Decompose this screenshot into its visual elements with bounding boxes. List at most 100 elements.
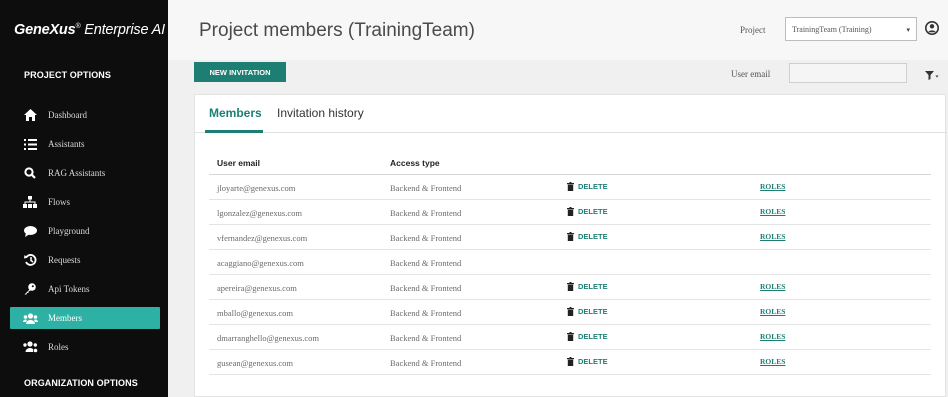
delete-label: DELETE bbox=[578, 232, 608, 241]
sidebar-item-label: Assistants bbox=[48, 139, 85, 149]
delete-button[interactable]: DELETE bbox=[567, 207, 608, 216]
sidebar-item-requests[interactable]: Requests bbox=[10, 249, 160, 271]
delete-button[interactable]: DELETE bbox=[567, 182, 608, 191]
caret-down-icon: ▾ bbox=[906, 26, 910, 34]
sidebar-item-rag-assistants[interactable]: RAG Assistants bbox=[10, 162, 160, 184]
brand-logo: GeneXus® Enterprise AI bbox=[14, 22, 165, 38]
organization-options-title: ORGANIZATION OPTIONS bbox=[24, 378, 138, 388]
access-type-cell: Backend & Frontend bbox=[390, 258, 462, 268]
sidebar: GeneXus® Enterprise AI PROJECT OPTIONS D… bbox=[0, 0, 168, 397]
user-email-cell: lgonzalez@genexus.com bbox=[217, 208, 303, 218]
user-email-cell: jloyarte@genexus.com bbox=[217, 183, 296, 193]
sidebar-item-members[interactable]: Members bbox=[10, 307, 160, 329]
top-header: Project members (TrainingTeam) Project T… bbox=[168, 0, 948, 60]
roles-link[interactable]: ROLES bbox=[760, 332, 785, 341]
trash-icon bbox=[567, 332, 574, 341]
roles-link[interactable]: ROLES bbox=[760, 282, 785, 291]
sidebar-item-api-tokens[interactable]: Api Tokens bbox=[10, 278, 160, 300]
delete-button[interactable]: DELETE bbox=[567, 282, 608, 291]
new-invitation-button[interactable]: NEW INVITATION bbox=[194, 62, 286, 82]
roles-link[interactable]: ROLES bbox=[760, 307, 785, 316]
sidebar-item-label: Roles bbox=[48, 342, 69, 352]
table-row: vfernandez@genexus.com Backend & Frontend… bbox=[209, 225, 931, 250]
table-row: jloyarte@genexus.com Backend & Frontend DE… bbox=[209, 175, 931, 200]
chat-icon bbox=[20, 225, 40, 237]
sidebar-item-dashboard[interactable]: Dashboard bbox=[10, 104, 160, 126]
column-header-access-type: Access type bbox=[390, 158, 440, 168]
user-account-icon[interactable] bbox=[925, 21, 939, 40]
table-row: lgonzalez@genexus.com Backend & Frontend D… bbox=[209, 200, 931, 225]
delete-label: DELETE bbox=[578, 332, 608, 341]
trash-icon bbox=[567, 207, 574, 216]
user-email-label: User email bbox=[731, 69, 771, 79]
filter-icon[interactable] bbox=[925, 67, 939, 85]
project-options-title: PROJECT OPTIONS bbox=[24, 70, 112, 80]
users-cog-icon bbox=[20, 341, 40, 353]
sidebar-item-assistants[interactable]: Assistants bbox=[10, 133, 160, 155]
trash-icon bbox=[567, 357, 574, 366]
access-type-cell: Backend & Frontend bbox=[390, 233, 462, 243]
user-email-cell: gusean@genexus.com bbox=[217, 358, 294, 368]
trash-icon bbox=[567, 307, 574, 316]
members-panel: Members Invitation history User email Ac… bbox=[194, 94, 947, 397]
sidebar-item-label: Members bbox=[48, 313, 82, 323]
users-icon bbox=[20, 312, 40, 324]
trash-icon bbox=[567, 232, 574, 241]
table-row: gusean@genexus.com Backend & Frontend DELE… bbox=[209, 350, 931, 375]
delete-button[interactable]: DELETE bbox=[567, 357, 608, 366]
access-type-cell: Backend & Frontend bbox=[390, 283, 462, 293]
sidebar-item-flows[interactable]: Flows bbox=[10, 191, 160, 213]
history-icon bbox=[20, 254, 40, 266]
table-row: apereira@genexus.com Backend & Frontend DE… bbox=[209, 275, 931, 300]
key-icon bbox=[20, 283, 40, 295]
roles-link[interactable]: ROLES bbox=[760, 182, 785, 191]
access-type-cell: Backend & Frontend bbox=[390, 308, 462, 318]
list-icon bbox=[20, 138, 40, 150]
user-email-cell: acaggiano@genexus.com bbox=[217, 258, 304, 268]
table-header: User email Access type bbox=[209, 153, 931, 175]
access-type-cell: Backend & Frontend bbox=[390, 358, 462, 368]
trash-icon bbox=[567, 282, 574, 291]
table-body: jloyarte@genexus.com Backend & Frontend DE… bbox=[209, 175, 931, 375]
table-row: mballo@genexus.com Backend & Frontend DELE… bbox=[209, 300, 931, 325]
sidebar-item-roles[interactable]: Roles bbox=[10, 336, 160, 358]
active-tab-indicator bbox=[205, 130, 263, 133]
delete-label: DELETE bbox=[578, 307, 608, 316]
tab-bar: Members Invitation history bbox=[195, 95, 947, 133]
roles-link[interactable]: ROLES bbox=[760, 357, 785, 366]
sidebar-item-label: Playground bbox=[48, 226, 90, 236]
delete-label: DELETE bbox=[578, 182, 608, 191]
sidebar-item-playground[interactable]: Playground bbox=[10, 220, 160, 242]
table-row: dmarranghello@genexus.com Backend & Front… bbox=[209, 325, 931, 350]
column-header-user-email: User email bbox=[217, 158, 260, 168]
user-email-cell: vfernandez@genexus.com bbox=[217, 233, 308, 243]
delete-label: DELETE bbox=[578, 282, 608, 291]
roles-link[interactable]: ROLES bbox=[760, 232, 785, 241]
user-email-input[interactable] bbox=[789, 63, 907, 83]
trash-icon bbox=[567, 182, 574, 191]
sitemap-icon bbox=[20, 196, 40, 208]
members-table: User email Access type jloyarte@genexus.… bbox=[209, 153, 931, 375]
delete-button[interactable]: DELETE bbox=[567, 307, 608, 316]
app-root: GeneXus® Enterprise AI PROJECT OPTIONS D… bbox=[0, 0, 948, 397]
project-select-value: TrainingTeam (Training) bbox=[792, 25, 872, 34]
delete-button[interactable]: DELETE bbox=[567, 232, 608, 241]
home-icon bbox=[20, 109, 40, 121]
access-type-cell: Backend & Frontend bbox=[390, 183, 462, 193]
user-email-cell: mballo@genexus.com bbox=[217, 308, 294, 318]
access-type-cell: Backend & Frontend bbox=[390, 333, 462, 343]
project-label: Project bbox=[740, 25, 766, 35]
tab-invitation-history[interactable]: Invitation history bbox=[277, 106, 364, 120]
user-email-cell: dmarranghello@genexus.com bbox=[217, 333, 320, 343]
delete-label: DELETE bbox=[578, 357, 608, 366]
project-select[interactable]: TrainingTeam (Training) ▾ bbox=[785, 17, 917, 41]
delete-label: DELETE bbox=[578, 207, 608, 216]
roles-link[interactable]: ROLES bbox=[760, 207, 785, 216]
sidebar-item-label: Api Tokens bbox=[48, 284, 90, 294]
sidebar-item-label: RAG Assistants bbox=[48, 168, 106, 178]
sidebar-item-label: Requests bbox=[48, 255, 81, 265]
sidebar-item-label: Dashboard bbox=[48, 110, 87, 120]
user-email-cell: apereira@genexus.com bbox=[217, 283, 297, 293]
tab-members[interactable]: Members bbox=[209, 106, 262, 120]
delete-button[interactable]: DELETE bbox=[567, 332, 608, 341]
